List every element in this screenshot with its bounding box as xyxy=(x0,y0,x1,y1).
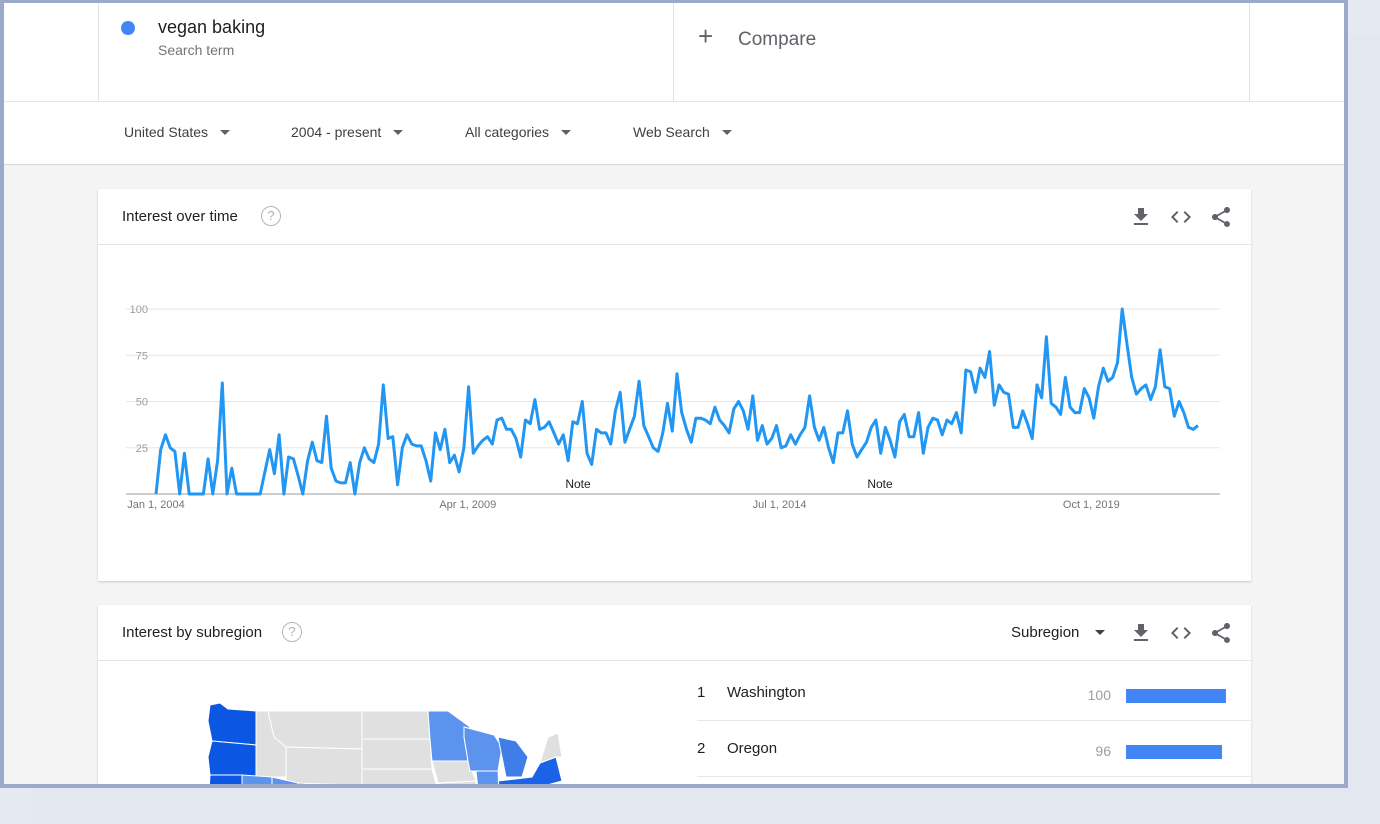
download-icon[interactable] xyxy=(1129,621,1153,645)
map-region-nebraska xyxy=(361,768,437,784)
map-region-washington[interactable] xyxy=(207,702,257,746)
search-term[interactable]: vegan baking xyxy=(158,17,265,38)
x-tick-label: Oct 1, 2019 xyxy=(1063,499,1120,511)
time-filter-label: 2004 - present xyxy=(291,124,382,140)
search-type-filter[interactable]: Web Search xyxy=(633,124,732,140)
caret-down-icon xyxy=(721,129,732,135)
interest-over-time-card: Interest over time ? 25 50 75 100 Jan 1, 20… xyxy=(98,189,1251,581)
us-subregion-map[interactable] xyxy=(202,677,562,788)
subregion-bar xyxy=(1126,745,1222,759)
x-tick-label: Apr 1, 2009 xyxy=(439,499,496,511)
card-title: Interest over time xyxy=(122,208,238,225)
rank-number: 1 xyxy=(697,684,706,701)
card-header: Interest over time ? xyxy=(98,189,1251,245)
y-tick-label: 50 xyxy=(136,397,148,409)
download-icon[interactable] xyxy=(1129,205,1153,229)
map-region-california-north xyxy=(208,774,243,784)
map-region-wisconsin xyxy=(463,726,503,772)
subregion-bar-track xyxy=(1126,689,1226,703)
plus-icon: + xyxy=(698,21,714,51)
subregion-row[interactable]: 2 Oregon 96 xyxy=(697,721,1251,777)
browser-frame: vegan baking Search term + Compare Unite… xyxy=(0,0,1348,788)
region-filter[interactable]: United States xyxy=(124,124,231,140)
embed-code-icon[interactable] xyxy=(1169,205,1193,229)
card-header: Interest by subregion ? Subregion xyxy=(98,605,1251,661)
search-term-type: Search term xyxy=(158,42,235,58)
caret-down-icon xyxy=(220,129,231,135)
share-icon[interactable] xyxy=(1209,205,1233,229)
map-region-oregon[interactable] xyxy=(207,740,257,778)
caret-down-icon xyxy=(393,129,404,135)
caret-down-icon xyxy=(561,129,572,135)
map-region-south-dakota xyxy=(361,738,433,770)
y-tick-label: 25 xyxy=(136,443,148,455)
map-region-illinois xyxy=(475,770,500,784)
y-tick-label: 75 xyxy=(136,350,148,362)
map-region-nevada xyxy=(241,774,273,784)
caret-down-icon xyxy=(1095,630,1106,635)
chart-notes: Note Note xyxy=(565,477,893,491)
resolution-select[interactable]: Subregion xyxy=(1011,624,1106,641)
chart-note[interactable]: Note xyxy=(565,477,591,491)
search-term-card[interactable]: vegan baking Search term xyxy=(98,3,674,101)
help-icon[interactable]: ? xyxy=(282,622,302,642)
subregion-name: Oregon xyxy=(727,740,778,757)
search-type-filter-label: Web Search xyxy=(633,124,710,140)
subregion-value: 96 xyxy=(1095,743,1111,759)
map-region-new-england xyxy=(539,732,562,764)
filter-bar: United States 2004 - present All categor… xyxy=(4,101,1344,165)
chart-note[interactable]: Note xyxy=(867,477,893,491)
x-axis-ticks: Jan 1, 2004 Apr 1, 2009 Jul 1, 2014 Oct 1, … xyxy=(127,499,1120,511)
resolution-label: Subregion xyxy=(1011,624,1080,641)
subregion-value: 100 xyxy=(1087,687,1111,703)
category-filter-label: All categories xyxy=(465,124,550,140)
card-title: Interest by subregion xyxy=(122,624,263,641)
subregion-bar-track xyxy=(1126,745,1226,759)
region-filter-label: United States xyxy=(124,124,209,140)
x-tick-label: Jan 1, 2004 xyxy=(127,499,185,511)
category-filter[interactable]: All categories xyxy=(465,124,572,140)
map-region-wyoming xyxy=(285,746,363,784)
search-strip: vegan baking Search term + Compare xyxy=(4,3,1344,101)
compare-label: Compare xyxy=(738,29,817,50)
rank-number: 2 xyxy=(697,740,706,757)
x-tick-label: Jul 1, 2014 xyxy=(753,499,807,511)
y-tick-label: 100 xyxy=(130,304,148,316)
time-filter[interactable]: 2004 - present xyxy=(291,124,404,140)
chart-grid xyxy=(126,308,1220,495)
share-icon[interactable] xyxy=(1209,621,1233,645)
interest-line-chart: 25 50 75 100 Jan 1, 2004 Apr 1, 2009 Jul 1, 2… xyxy=(126,304,1220,511)
subregion-row[interactable]: 1 Washington 100 xyxy=(697,665,1251,721)
map-region-north-dakota xyxy=(361,710,431,740)
map-region-pennsylvania xyxy=(544,785,562,788)
y-axis-ticks: 25 50 75 100 xyxy=(130,304,148,455)
term-color-dot xyxy=(121,21,135,35)
embed-code-icon[interactable] xyxy=(1169,621,1193,645)
subregion-name: Washington xyxy=(727,684,806,701)
interest-by-subregion-card: Interest by subregion ? Subregion 1 Wash… xyxy=(98,605,1251,788)
help-icon[interactable]: ? xyxy=(261,206,281,226)
subregion-bar xyxy=(1126,689,1226,703)
map-region-montana xyxy=(267,710,363,750)
map-region-michigan xyxy=(497,736,529,778)
compare-button[interactable]: + Compare xyxy=(674,3,1250,101)
